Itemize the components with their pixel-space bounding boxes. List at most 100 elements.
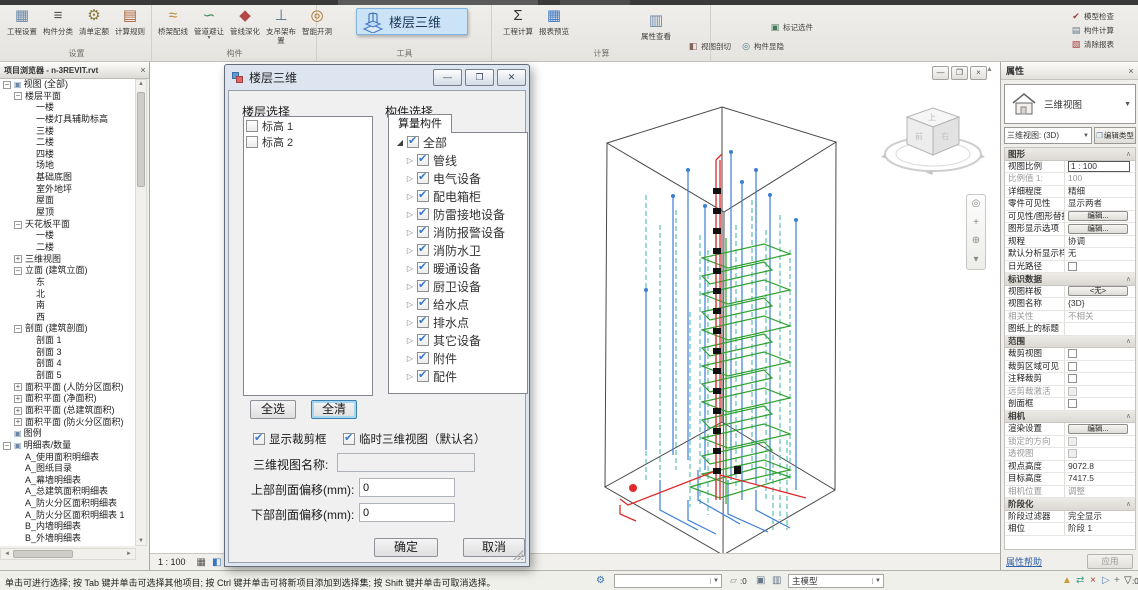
checkbox-icon[interactable] [417, 190, 429, 202]
properties-help-link[interactable]: 属性帮助 [1006, 555, 1087, 568]
project-calc-button[interactable]: Σ工程计算 [500, 6, 536, 50]
property-value[interactable] [1065, 361, 1135, 373]
press-drag-icon[interactable]: ⇄ [1076, 575, 1084, 586]
ok-button[interactable]: 确定 [374, 538, 438, 557]
tree-item[interactable]: 二楼 [0, 137, 136, 149]
property-value[interactable] [1065, 448, 1135, 460]
property-value[interactable]: 100 [1065, 173, 1135, 185]
zoom-icon[interactable]: ⊕ [972, 236, 980, 246]
variants-icon[interactable]: ▥ [772, 575, 781, 586]
property-edit-button[interactable]: <无> [1068, 286, 1128, 296]
property-value[interactable] [1065, 348, 1135, 360]
checkbox-icon[interactable] [407, 136, 419, 148]
calc-rules-button[interactable]: ▤计算规则 [112, 6, 148, 50]
edit-type-button[interactable]: ❐ 编辑类型 [1094, 127, 1136, 144]
property-value[interactable]: 无 [1065, 248, 1135, 260]
component-tree-item[interactable]: ▷配电箱柜 [389, 187, 527, 205]
expand-icon[interactable]: ▷ [405, 156, 415, 165]
property-value[interactable]: <无> [1065, 286, 1135, 298]
expand-icon[interactable]: ▷ [405, 372, 415, 381]
expand-icon[interactable]: + [14, 255, 22, 263]
floor-3d-button[interactable]: 楼层三维 [356, 8, 468, 35]
exclude-options-icon[interactable]: ▲ [1062, 575, 1072, 586]
property-value[interactable] [1065, 323, 1135, 335]
tree-item[interactable]: +三维视图 [0, 254, 136, 266]
property-value[interactable]: 调整 [1065, 486, 1135, 498]
component-tree-item[interactable]: ▷防雷接地设备 [389, 205, 527, 223]
resize-grip[interactable] [513, 550, 523, 560]
restore-icon[interactable]: ❐ [951, 66, 968, 80]
expand-icon[interactable]: ▷ [405, 354, 415, 363]
floor-list-item[interactable]: 标高 2 [246, 134, 372, 149]
tree-item[interactable]: −楼层平面 [0, 91, 136, 103]
component-calc-button[interactable]: ▤构件计算 [1070, 24, 1114, 37]
property-value-box[interactable]: 1 : 100 [1068, 161, 1130, 172]
browser-horizontal-scrollbar[interactable]: ◄ ► [0, 548, 136, 560]
close-icon[interactable]: ✕ [497, 69, 526, 86]
tree-item[interactable]: 剖面 3 [0, 347, 136, 359]
tree-item[interactable]: A_图纸目录 [0, 463, 136, 475]
tree-item[interactable]: +面积平面 (净面积) [0, 393, 136, 405]
property-value[interactable]: 9072.8 [1065, 461, 1135, 473]
link-select-icon[interactable]: ▷ [1102, 575, 1110, 586]
expand-icon[interactable]: + [14, 383, 22, 391]
hanger-layout-button[interactable]: ⊥支吊架布置 [263, 6, 299, 50]
component-tree[interactable]: ◢全部▷管线▷电气设备▷配电箱柜▷防雷接地设备▷消防报警设备▷消防水卫▷暖通设备… [388, 132, 528, 394]
checkbox-icon[interactable] [417, 172, 429, 184]
select-all-button[interactable]: 全选 [250, 400, 296, 419]
checkbox-icon[interactable] [246, 136, 258, 148]
tree-item[interactable]: 东 [0, 277, 136, 289]
scrollbar-thumb[interactable] [137, 92, 145, 187]
checkbox-icon[interactable] [253, 433, 265, 445]
view-name-input[interactable] [337, 453, 475, 472]
design-option-dropdown[interactable]: 主模型▼ [788, 574, 884, 588]
collapse-icon[interactable]: − [14, 92, 22, 100]
component-tree-item[interactable]: ▷暖通设备 [389, 259, 527, 277]
tree-item[interactable]: B_内墙明细表 [0, 521, 136, 533]
checkbox-icon[interactable] [417, 316, 429, 328]
collapse-icon[interactable]: − [14, 325, 22, 333]
close-icon[interactable]: × [970, 66, 987, 80]
workset-dropdown[interactable]: ▼ [614, 574, 722, 588]
expand-icon[interactable]: + [14, 395, 22, 403]
show-crop-checkbox[interactable]: 显示裁剪框 [253, 431, 327, 447]
tray-wiring-button[interactable]: ≈桥架配线 [155, 6, 191, 50]
property-value[interactable] [1065, 436, 1135, 448]
mark-select-button[interactable]: ▣ 标记选件 [769, 21, 813, 34]
property-value[interactable]: 显示两者 [1065, 198, 1135, 210]
tree-item[interactable]: ▣图例 [0, 428, 136, 440]
collapse-icon[interactable]: − [3, 81, 11, 89]
property-value[interactable]: 编辑... [1065, 223, 1135, 235]
checkbox-icon[interactable] [417, 208, 429, 220]
checkbox-icon[interactable] [343, 433, 355, 445]
collapse-icon[interactable]: ◢ [395, 138, 405, 147]
top-offset-input[interactable] [359, 478, 455, 497]
component-tree-item[interactable]: ▷排水点 [389, 313, 527, 331]
collapse-icon[interactable]: ∧ [1126, 275, 1131, 283]
property-edit-button[interactable]: 编辑... [1068, 424, 1128, 434]
property-value[interactable]: 1 : 100 [1065, 161, 1135, 173]
bottom-offset-input[interactable] [359, 503, 455, 522]
clear-report-button[interactable]: ▧清除报表 [1070, 38, 1114, 51]
tree-item[interactable]: −▣视图 (全部) [0, 79, 136, 91]
tree-item[interactable]: 基础底图 [0, 172, 136, 184]
expand-icon[interactable]: ▷ [405, 192, 415, 201]
property-edit-button[interactable]: 编辑... [1068, 224, 1128, 234]
component-category-button[interactable]: ≡构件分类 [40, 6, 76, 50]
tree-item[interactable]: −剖面 (建筑剖面) [0, 323, 136, 335]
component-tree-item[interactable]: ▷附件 [389, 349, 527, 367]
property-section-header[interactable]: 阶段化∧ [1005, 498, 1135, 511]
tree-item[interactable]: +面积平面 (总建筑面积) [0, 405, 136, 417]
tree-item[interactable]: 屋顶 [0, 207, 136, 219]
component-tree-item[interactable]: ▷管线 [389, 151, 527, 169]
property-value[interactable]: 协调 [1065, 236, 1135, 248]
property-checkbox[interactable] [1068, 362, 1077, 371]
temp-view-checkbox[interactable]: 临时三维视图（默认名） [343, 431, 486, 447]
pipe-avoidance-button[interactable]: ∽管道避让▾ [191, 6, 227, 50]
detail-level-icon[interactable]: ▦ [197, 557, 206, 568]
collapse-icon[interactable]: − [14, 221, 22, 229]
component-tree-item[interactable]: ▷给水点 [389, 295, 527, 313]
worksets-icon[interactable]: ⚙ [596, 575, 605, 586]
tree-item[interactable]: 北 [0, 289, 136, 301]
property-edit-button[interactable]: 编辑... [1068, 211, 1128, 221]
